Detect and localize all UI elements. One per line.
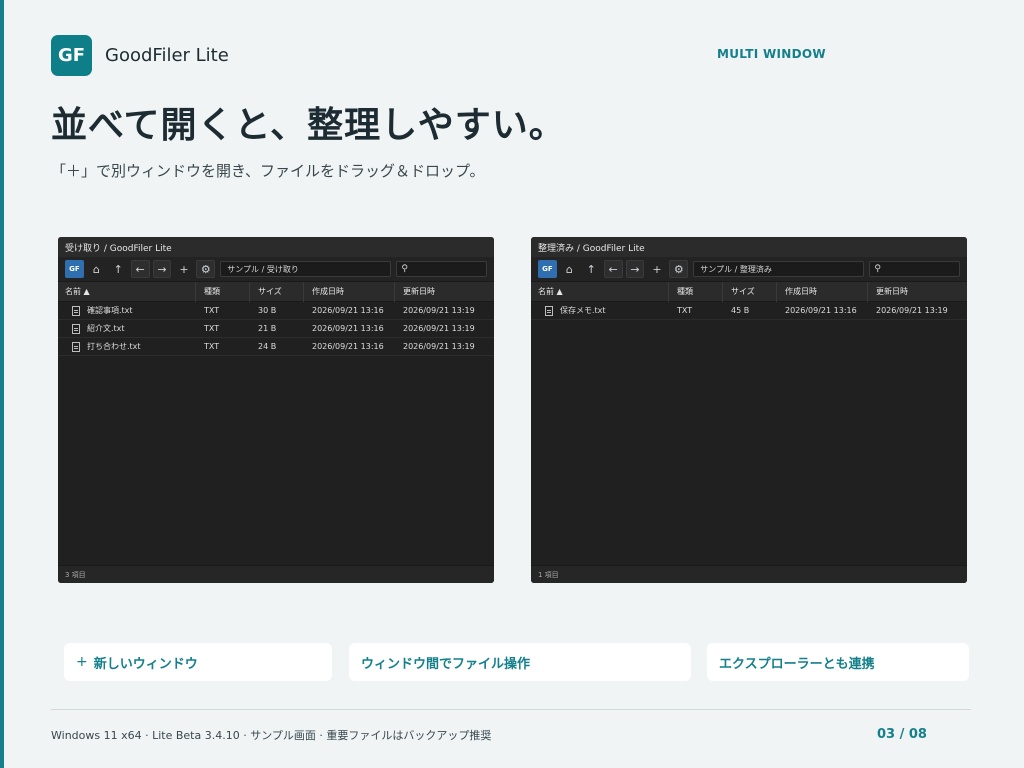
back-arrow-icon[interactable]: ← [130, 260, 150, 278]
column-name[interactable]: 名前 ▲ [58, 281, 196, 302]
text-file-icon [545, 305, 553, 316]
file-list: 確認事項.txt TXT 30 B 2026/09/21 13:16 2026/… [58, 302, 494, 560]
file-modified: 2026/09/21 13:19 [403, 324, 475, 333]
file-size: 21 B [258, 324, 277, 333]
section-tag: MULTI WINDOW [717, 47, 826, 61]
home-icon[interactable]: ⌂ [560, 260, 579, 278]
file-modified: 2026/09/21 13:19 [403, 306, 475, 315]
footer-divider [51, 709, 971, 710]
new-window-plus-icon[interactable]: + [174, 260, 193, 278]
file-name: 打ち合わせ.txt [87, 342, 141, 351]
accent-bar [0, 0, 4, 768]
column-name[interactable]: 名前 ▲ [531, 281, 669, 302]
status-bar: 3 項目 [58, 565, 494, 583]
file-kind: TXT [204, 342, 220, 351]
folder-icon[interactable]: GF [65, 260, 84, 278]
column-modified[interactable]: 更新日時 [868, 282, 960, 302]
file-name: 紹介文.txt [87, 324, 125, 333]
file-size: 24 B [258, 342, 277, 351]
column-header: 名前 ▲ 種類 サイズ 作成日時 更新日時 [58, 281, 494, 302]
feature-explorer: エクスプローラーとも連携 [707, 643, 969, 681]
file-size: 30 B [258, 306, 277, 315]
file-window-left: 受け取り / GoodFiler Lite GF ⌂ ↑ ← → + ⚙ サンプ… [58, 237, 494, 583]
settings-gear-icon[interactable]: ⚙ [669, 260, 689, 278]
folder-icon[interactable]: GF [538, 260, 557, 278]
toolbar: GF ⌂ ↑ ← → + ⚙ サンプル / 受け取り ⚲ [58, 257, 494, 282]
address-bar[interactable]: サンプル / 整理済み [693, 261, 865, 277]
search-icon: ⚲ [401, 264, 409, 274]
column-kind[interactable]: 種類 [669, 281, 723, 302]
plus-icon: + [76, 654, 88, 670]
file-window-right: 整理済み / GoodFiler Lite GF ⌂ ↑ ← → + ⚙ サンプ… [531, 237, 967, 583]
column-size[interactable]: サイズ [723, 281, 777, 302]
page-subtitle: 「＋」で別ウィンドウを開き、ファイルをドラッグ＆ドロップ。 [51, 162, 485, 180]
search-input[interactable]: ⚲ [869, 261, 960, 277]
file-created: 2026/09/21 13:16 [312, 342, 384, 351]
file-name: 確認事項.txt [87, 306, 133, 315]
forward-arrow-icon[interactable]: → [625, 260, 645, 278]
column-modified[interactable]: 更新日時 [395, 282, 487, 302]
search-input[interactable]: ⚲ [396, 261, 487, 277]
forward-arrow-icon[interactable]: → [152, 260, 172, 278]
feature-new-window: + 新しいウィンドウ [64, 643, 332, 681]
brand-name: GoodFiler Lite [105, 45, 229, 66]
file-name: 保存メモ.txt [560, 306, 606, 315]
home-icon[interactable]: ⌂ [87, 260, 106, 278]
up-arrow-icon[interactable]: ↑ [582, 260, 601, 278]
back-arrow-icon[interactable]: ← [603, 260, 623, 278]
footer-info: Windows 11 x64 · Lite Beta 3.4.10 · サンプル… [51, 729, 492, 742]
new-window-plus-icon[interactable]: + [647, 260, 666, 278]
page-title: 並べて開くと、整理しやすい。 [51, 105, 566, 146]
file-size: 45 B [731, 306, 750, 315]
feature-label: エクスプローラーとも連携 [719, 656, 875, 672]
brand: GF GoodFiler Lite [51, 35, 229, 76]
column-kind[interactable]: 種類 [196, 281, 250, 302]
feature-between-windows: ウィンドウ間でファイル操作 [349, 643, 691, 681]
feature-label: ウィンドウ間でファイル操作 [361, 656, 531, 672]
address-bar[interactable]: サンプル / 受け取り [220, 261, 392, 277]
status-bar: 1 項目 [531, 565, 967, 583]
text-file-icon [72, 305, 80, 316]
file-row[interactable]: 保存メモ.txt TXT 45 B 2026/09/21 13:16 2026/… [531, 302, 967, 320]
file-modified: 2026/09/21 13:19 [876, 306, 948, 315]
up-arrow-icon[interactable]: ↑ [109, 260, 128, 278]
file-created: 2026/09/21 13:16 [312, 324, 384, 333]
column-created[interactable]: 作成日時 [304, 281, 395, 302]
file-modified: 2026/09/21 13:19 [403, 342, 475, 351]
toolbar: GF ⌂ ↑ ← → + ⚙ サンプル / 整理済み ⚲ [531, 257, 967, 282]
window-title: 整理済み / GoodFiler Lite [531, 237, 967, 257]
file-created: 2026/09/21 13:16 [312, 306, 384, 315]
file-kind: TXT [204, 306, 220, 315]
text-file-icon [72, 323, 80, 334]
file-kind: TXT [677, 306, 693, 315]
settings-gear-icon[interactable]: ⚙ [196, 260, 216, 278]
column-size[interactable]: サイズ [250, 281, 304, 302]
window-title: 受け取り / GoodFiler Lite [58, 237, 494, 257]
file-list: 保存メモ.txt TXT 45 B 2026/09/21 13:16 2026/… [531, 302, 967, 560]
file-row[interactable]: 打ち合わせ.txt TXT 24 B 2026/09/21 13:16 2026… [58, 338, 494, 356]
search-icon: ⚲ [874, 264, 882, 274]
page-number: 03 / 08 [877, 727, 927, 742]
feature-label: 新しいウィンドウ [93, 656, 198, 672]
file-row[interactable]: 紹介文.txt TXT 21 B 2026/09/21 13:16 2026/0… [58, 320, 494, 338]
file-kind: TXT [204, 324, 220, 333]
file-row[interactable]: 確認事項.txt TXT 30 B 2026/09/21 13:16 2026/… [58, 302, 494, 320]
text-file-icon [72, 341, 80, 352]
file-created: 2026/09/21 13:16 [785, 306, 857, 315]
column-header: 名前 ▲ 種類 サイズ 作成日時 更新日時 [531, 281, 967, 302]
app-logo: GF [51, 35, 92, 76]
column-created[interactable]: 作成日時 [777, 281, 868, 302]
